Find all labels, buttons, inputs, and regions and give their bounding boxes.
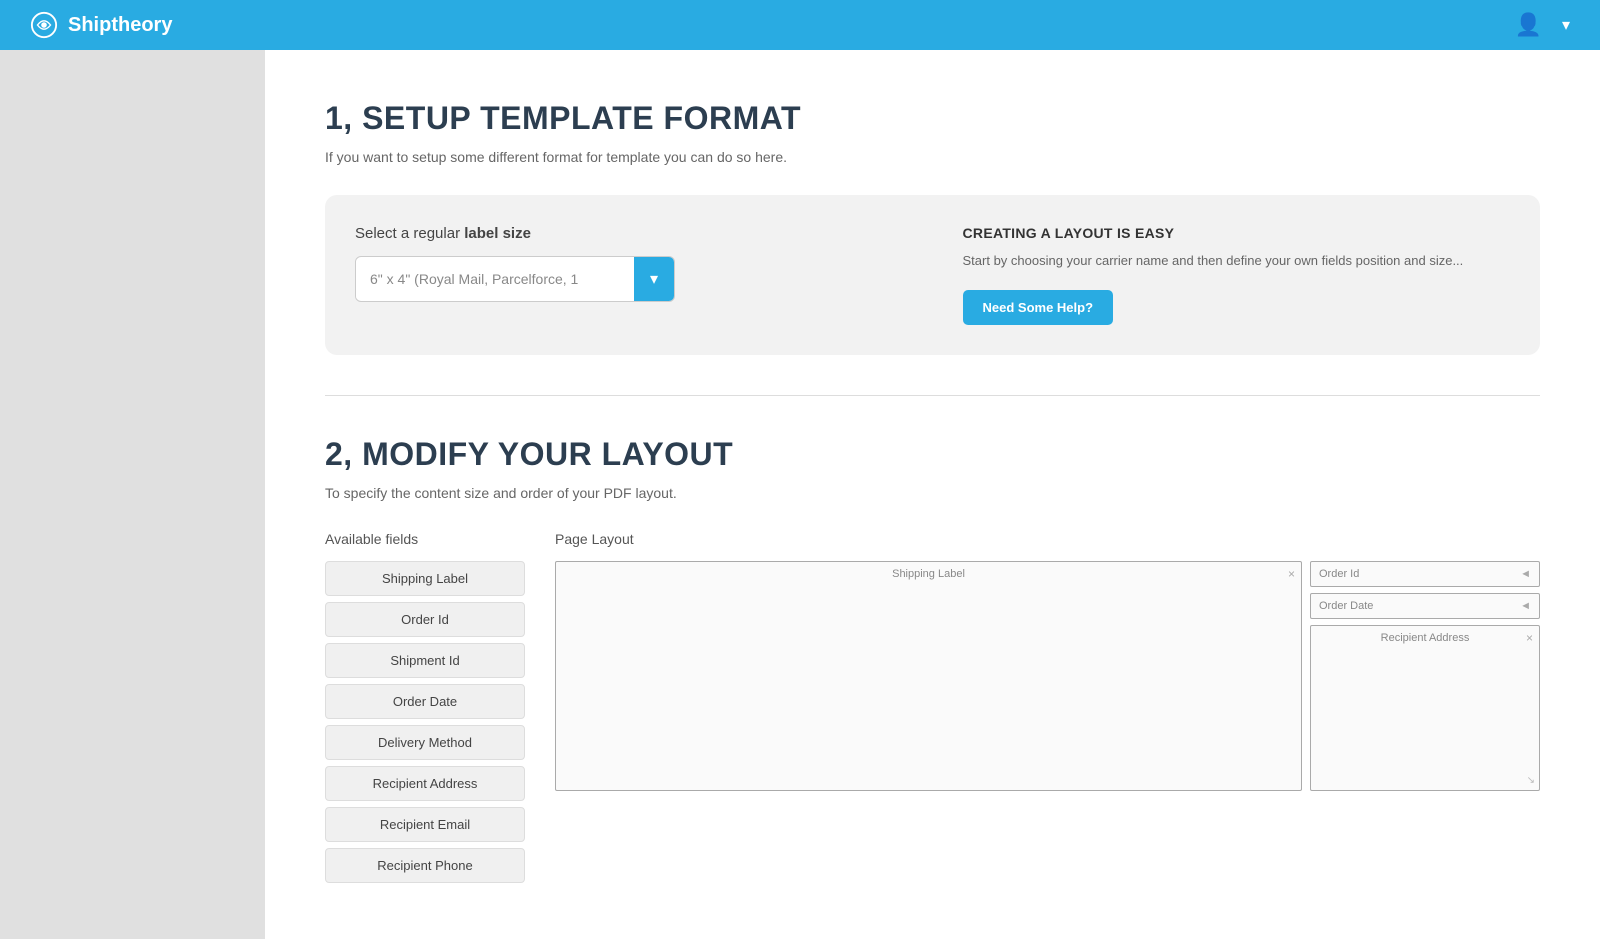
- order-id-arrow-icon: ◄: [1520, 568, 1531, 580]
- logo-icon: [30, 11, 58, 39]
- fields-layout: Available fields Shipping Label Order Id…: [325, 531, 1540, 889]
- section1-title: 1, SETUP TEMPLATE FORMAT: [325, 100, 1540, 137]
- right-fields: Order Id ◄ Order Date ◄ Recipient Addres…: [1310, 561, 1540, 791]
- field-order-date[interactable]: Order Date: [325, 684, 525, 719]
- label-size-input[interactable]: [356, 259, 634, 299]
- user-icon[interactable]: 👤: [1515, 12, 1542, 38]
- layout-order-id-label: Order Id: [1319, 568, 1359, 580]
- layout-area: Shipping Label × Order Id ◄ Order Date ◄: [555, 561, 1540, 791]
- header-right: 👤 ▾: [1515, 12, 1570, 38]
- field-recipient-email[interactable]: Recipient Email: [325, 807, 525, 842]
- field-recipient-phone[interactable]: Recipient Phone: [325, 848, 525, 883]
- logo-text: Shiptheory: [68, 14, 172, 37]
- shipping-label-close-icon[interactable]: ×: [1288, 567, 1295, 581]
- shipping-label-box-title: Shipping Label: [892, 568, 965, 580]
- available-fields-column: Available fields Shipping Label Order Id…: [325, 531, 525, 889]
- logo: Shiptheory: [30, 11, 172, 39]
- field-delivery-method[interactable]: Delivery Method: [325, 725, 525, 760]
- setup-card: Select a regular label size ▾ CREATING A…: [325, 195, 1540, 355]
- page-layout-column: Page Layout Shipping Label × Order Id ◄: [555, 531, 1540, 791]
- help-card-text: Start by choosing your carrier name and …: [963, 251, 1511, 272]
- page-layout-label: Page Layout: [555, 531, 1540, 547]
- help-button[interactable]: Need Some Help?: [963, 290, 1114, 325]
- main-content: 1, SETUP TEMPLATE FORMAT If you want to …: [265, 50, 1600, 939]
- field-shipping-label[interactable]: Shipping Label: [325, 561, 525, 596]
- resize-handle-icon[interactable]: ↘: [1527, 775, 1535, 786]
- available-fields-label: Available fields: [325, 531, 525, 547]
- top-header: Shiptheory 👤 ▾: [0, 0, 1600, 50]
- label-size-select-wrapper: ▾: [355, 256, 675, 302]
- shipping-label-box: Shipping Label ×: [555, 561, 1302, 791]
- help-card: CREATING A LAYOUT IS EASY Start by choos…: [963, 225, 1511, 325]
- layout-order-date-row[interactable]: Order Date ◄: [1310, 593, 1540, 619]
- layout-order-date-label: Order Date: [1319, 600, 1373, 612]
- field-shipment-id[interactable]: Shipment Id: [325, 643, 525, 678]
- section2-title: 2, MODIFY YOUR LAYOUT: [325, 436, 1540, 473]
- recipient-close-icon[interactable]: ×: [1526, 631, 1533, 645]
- field-order-id[interactable]: Order Id: [325, 602, 525, 637]
- order-date-arrow-icon: ◄: [1520, 600, 1531, 612]
- section2-subtitle: To specify the content size and order of…: [325, 485, 1540, 501]
- layout-order-id-row[interactable]: Order Id ◄: [1310, 561, 1540, 587]
- section-divider: [325, 395, 1540, 396]
- sidebar: [0, 50, 265, 939]
- label-size-dropdown-button[interactable]: ▾: [634, 257, 674, 301]
- help-card-title: CREATING A LAYOUT IS EASY: [963, 225, 1511, 241]
- header-chevron-icon[interactable]: ▾: [1562, 15, 1570, 35]
- label-size-section: Select a regular label size ▾: [355, 225, 903, 302]
- section1-subtitle: If you want to setup some different form…: [325, 149, 1540, 165]
- layout-recipient-label: Recipient Address: [1381, 632, 1470, 644]
- field-recipient-address[interactable]: Recipient Address: [325, 766, 525, 801]
- layout-recipient-box[interactable]: Recipient Address × ↘: [1310, 625, 1540, 791]
- label-size-label: Select a regular label size: [355, 225, 903, 242]
